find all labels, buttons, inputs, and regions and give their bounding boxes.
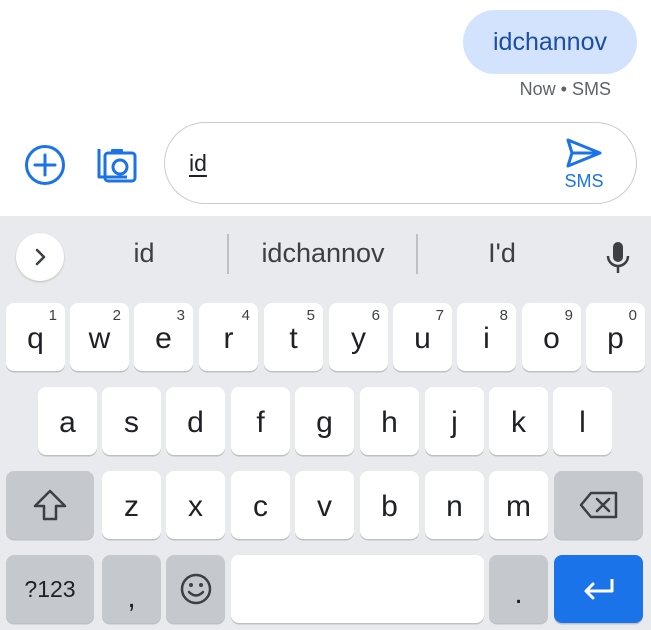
key-x[interactable]: x bbox=[166, 471, 225, 539]
key-w[interactable]: 2w bbox=[70, 303, 129, 371]
shift-icon bbox=[33, 489, 67, 521]
suggestion-divider bbox=[227, 234, 229, 274]
key-p[interactable]: 0p bbox=[586, 303, 645, 371]
key-t[interactable]: 5t bbox=[264, 303, 323, 371]
conversation-area: idchannov Now • SMS bbox=[0, 0, 651, 118]
key-period[interactable]: . bbox=[489, 555, 548, 623]
space-key[interactable] bbox=[231, 555, 484, 623]
message-input-text: id bbox=[189, 150, 207, 176]
key-k[interactable]: k bbox=[489, 387, 548, 455]
key-y[interactable]: 6y bbox=[329, 303, 388, 371]
key-r[interactable]: 4r bbox=[199, 303, 258, 371]
enter-icon bbox=[584, 579, 613, 600]
suggestion-1[interactable]: id bbox=[84, 238, 204, 269]
keyboard: id idchannov I'd 1q 2w 3e 4r 5t 6y 7u 8i… bbox=[0, 216, 651, 630]
shift-key[interactable] bbox=[6, 471, 94, 539]
send-button[interactable]: SMS bbox=[552, 137, 616, 193]
symbols-key[interactable]: ?123 bbox=[6, 555, 94, 623]
key-g[interactable]: g bbox=[295, 387, 354, 455]
message-text: idchannov bbox=[493, 27, 607, 56]
chevron-right-icon bbox=[35, 248, 46, 266]
key-a[interactable]: a bbox=[38, 387, 97, 455]
add-attachment-button[interactable] bbox=[22, 142, 68, 188]
add-circle-icon bbox=[25, 145, 65, 185]
microphone-icon bbox=[606, 242, 630, 273]
key-i[interactable]: 8i bbox=[457, 303, 516, 371]
message-bubble[interactable]: idchannov bbox=[463, 10, 637, 74]
gallery-button[interactable] bbox=[92, 140, 140, 188]
key-n[interactable]: n bbox=[425, 471, 484, 539]
key-s[interactable]: s bbox=[102, 387, 161, 455]
key-b[interactable]: b bbox=[360, 471, 419, 539]
key-j[interactable]: j bbox=[425, 387, 484, 455]
key-comma[interactable]: , bbox=[102, 555, 161, 623]
key-l[interactable]: l bbox=[553, 387, 612, 455]
key-c[interactable]: c bbox=[231, 471, 290, 539]
key-h[interactable]: h bbox=[360, 387, 419, 455]
emoji-key[interactable] bbox=[166, 555, 225, 623]
enter-key[interactable] bbox=[554, 555, 643, 623]
key-e[interactable]: 3e bbox=[134, 303, 193, 371]
expand-toolbar-button[interactable] bbox=[16, 233, 64, 281]
camera-gallery-icon bbox=[97, 149, 137, 183]
key-z[interactable]: z bbox=[102, 471, 161, 539]
emoji-icon bbox=[180, 573, 211, 605]
backspace-icon bbox=[579, 491, 617, 519]
key-u[interactable]: 7u bbox=[393, 303, 452, 371]
message-input[interactable]: id SMS bbox=[164, 122, 637, 204]
suggestion-strip: id idchannov I'd bbox=[0, 216, 651, 296]
voice-input-button[interactable] bbox=[601, 238, 635, 278]
suggestion-2[interactable]: idchannov bbox=[230, 238, 416, 269]
key-v[interactable]: v bbox=[295, 471, 354, 539]
compose-bar: id SMS bbox=[0, 118, 651, 216]
suggestion-3[interactable]: I'd bbox=[418, 238, 586, 269]
key-d[interactable]: d bbox=[166, 387, 225, 455]
backspace-key[interactable] bbox=[554, 471, 643, 539]
key-q[interactable]: 1q bbox=[6, 303, 65, 371]
send-icon bbox=[566, 138, 602, 168]
key-m[interactable]: m bbox=[489, 471, 548, 539]
send-label: SMS bbox=[564, 171, 604, 191]
key-o[interactable]: 9o bbox=[522, 303, 581, 371]
message-status: Now • SMS bbox=[519, 79, 611, 99]
key-f[interactable]: f bbox=[231, 387, 290, 455]
